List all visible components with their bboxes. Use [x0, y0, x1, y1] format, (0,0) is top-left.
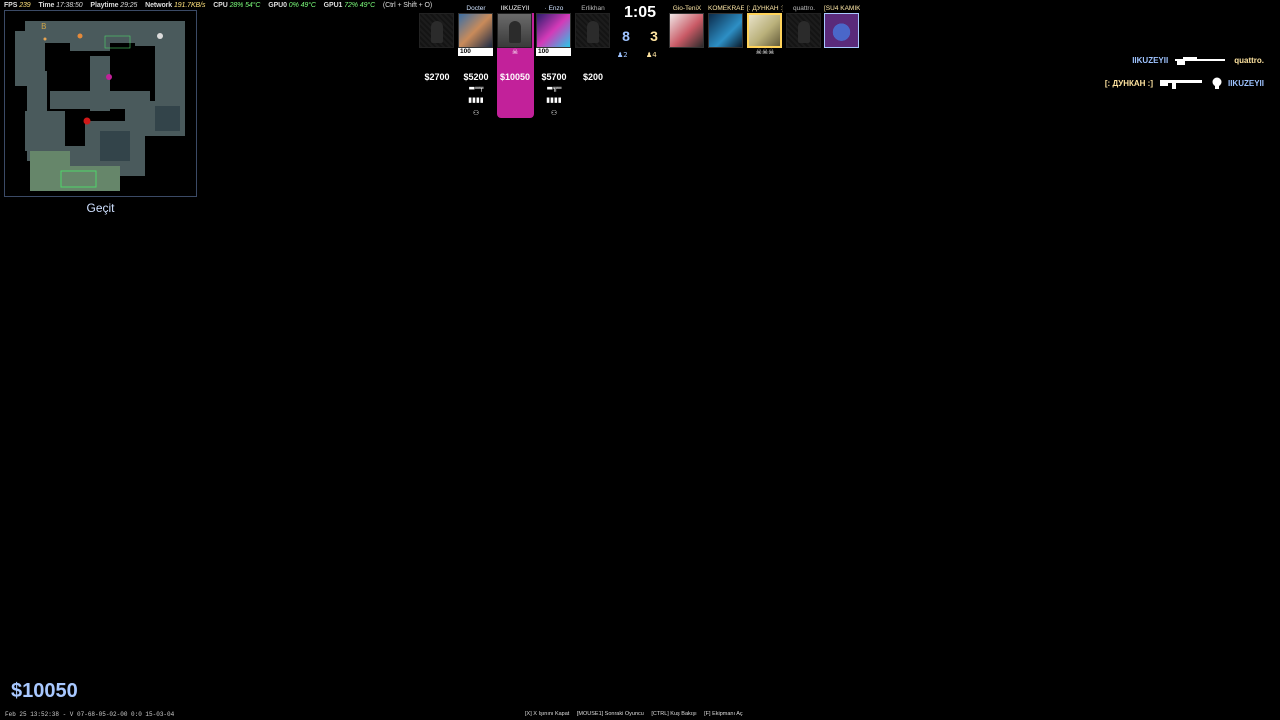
player-health: 100: [458, 48, 493, 56]
playtime-value: 29:25: [120, 2, 138, 9]
radar-minimap: B: [4, 10, 197, 197]
network-value: 191.7KB/s: [173, 2, 206, 9]
player-name: Gio-TeniX: [672, 5, 702, 12]
t-score: 3: [650, 28, 658, 44]
ak47-icon: [1159, 80, 1202, 89]
gpu0-load: 0%: [288, 2, 299, 9]
ct-score: 8: [622, 28, 630, 44]
player-avatar: [419, 13, 454, 48]
player-avatar: [458, 13, 493, 48]
hint-equipment: [F] Ekipmanı Aç: [704, 711, 743, 717]
network-label: Network: [145, 2, 173, 9]
player-name: Docter: [466, 5, 486, 12]
player-avatar: [536, 13, 571, 48]
defuse-kit-icon: ⚇: [550, 109, 558, 117]
player-name: Erlikhan: [581, 5, 605, 12]
time-value: 17:38:50: [56, 2, 83, 9]
player-card-left-3[interactable]: IIKUZEYII ☠: [497, 4, 533, 56]
skull-icon: ☠: [511, 48, 519, 56]
performance-overlay: FPS 239 Time 17:38:50 Playtime 29:25 Net…: [4, 2, 438, 9]
control-hints: [X] X Işınını Kapat [MOUSE1] Sonraki Oyu…: [525, 711, 749, 717]
skull-icon: ☠☠☠: [755, 48, 775, 56]
player-money: $2700: [424, 72, 450, 82]
player-money: $10050: [499, 72, 531, 82]
player-name: [SU4 KAMIK: [824, 5, 860, 12]
player-card-right-3[interactable]: [: ДУНКАН :] ☠☠☠: [747, 4, 783, 56]
killer-name: IIKUZEYII: [1132, 55, 1169, 65]
player-name: KOMEKRAEN: [708, 5, 744, 12]
player-avatar: [669, 13, 704, 48]
radar-map-icon: B: [5, 11, 196, 196]
player-avatar: [824, 13, 859, 48]
player-name: · Enzo: [544, 5, 564, 12]
player-card-right-5[interactable]: [SU4 KAMIK: [824, 4, 860, 48]
player-avatar: [497, 13, 532, 48]
cpu-load: 28%: [229, 2, 244, 9]
killfeed-entry: IIKUZEYII quattro.: [1132, 53, 1264, 67]
player-money: $5200: [463, 72, 489, 82]
player-avatar: [708, 13, 743, 48]
player-avatar: [575, 13, 610, 48]
player-card-right-4[interactable]: quattro.: [786, 4, 822, 48]
player-avatar: [747, 13, 782, 48]
time-label: Time: [38, 2, 55, 9]
awp-icon: [1175, 57, 1226, 65]
player-avatar: [786, 13, 821, 48]
player-money: $200: [582, 72, 604, 82]
killfeed-entry: [: ДУНКАН :] IIKUZEYII: [1105, 76, 1264, 90]
player-card-right-1[interactable]: Gio-TeniX: [669, 4, 705, 48]
player-name: quattro.: [792, 5, 816, 12]
spectated-player-money: $10050: [11, 680, 78, 702]
player-card-left-2[interactable]: Docter 100: [458, 4, 494, 56]
hint-xray: [X] X Işınını Kapat: [525, 711, 570, 717]
fps-value: 239: [19, 2, 31, 9]
t-alive-count: ♟4: [646, 51, 657, 59]
hint-birdseye: [CTRL] Kuş Bakışı: [651, 711, 697, 717]
gpu1-label: GPU1: [323, 2, 343, 9]
rifle-icon: ▬╦═: [546, 84, 562, 92]
hint-next-player: [MOUSE1] Sonraki Oyuncu: [576, 711, 644, 717]
gpu0-temp: 49°C: [300, 2, 316, 9]
defuse-kit-icon: ⚇: [472, 109, 480, 117]
rifle-icon: ▬═╤: [468, 84, 484, 92]
gpu0-label: GPU0: [268, 2, 287, 9]
gpu1-load: 72%: [344, 2, 358, 9]
svg-text:B: B: [41, 22, 47, 31]
cpu-label: CPU: [213, 2, 228, 9]
victim-name: quattro.: [1234, 55, 1264, 65]
player-name: [: ДУНКАН :]: [747, 5, 783, 12]
fps-label: FPS: [4, 2, 18, 9]
gpu1-temp: 49°C: [359, 2, 376, 9]
player-name: [419, 4, 455, 13]
playtime-label: Playtime: [90, 2, 119, 9]
headshot-icon: [1212, 77, 1222, 89]
grenade-icon: ▮▮▮▮: [546, 96, 562, 104]
demo-info: Feb 25 13:52:38 - V 07-68-05-02-00 0:0 1…: [5, 711, 175, 718]
player-name: IIKUZEYII: [500, 5, 530, 12]
player-money: $5700: [541, 72, 567, 82]
player-card-left-5[interactable]: Erlikhan: [575, 4, 611, 48]
ct-alive-count: ♟2: [617, 51, 628, 59]
grenade-icon: ▮▮▮▮: [468, 96, 484, 104]
round-timer: 1:05: [623, 4, 657, 21]
player-card-left-1[interactable]: [419, 4, 455, 48]
map-location-label: Geçit: [86, 201, 115, 215]
player-card-right-2[interactable]: KOMEKRAEN: [708, 4, 744, 48]
cpu-temp: 54°C: [245, 2, 261, 9]
killer-name: [: ДУНКАН :]: [1104, 78, 1153, 88]
player-card-left-4[interactable]: · Enzo 100: [536, 4, 572, 56]
player-health: 100: [536, 48, 571, 56]
victim-name: IIKUZEYII: [1227, 78, 1264, 88]
